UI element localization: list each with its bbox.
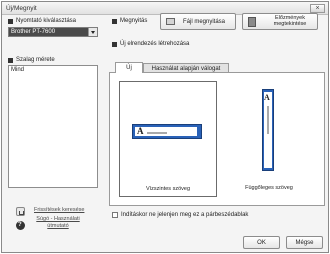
letter-a-icon: A [137, 126, 144, 136]
tape-bullet-icon [8, 58, 13, 63]
vertical-text-layout[interactable]: A Függőleges szöveg [220, 81, 318, 197]
tab-new[interactable]: Új [115, 62, 143, 73]
ok-button[interactable]: OK [243, 236, 280, 249]
open-bullet-icon [112, 19, 117, 24]
printer-select-value: Brother PT-7600 [11, 29, 56, 35]
close-icon: × [315, 5, 320, 12]
horizontal-tape-icon: A [132, 124, 202, 139]
question-mark-icon: ? [18, 222, 22, 228]
horizontal-text-layout[interactable]: A Vízszintes szöveg [119, 81, 217, 197]
layout-panel: A Vízszintes szöveg A Függőleges szöveg [109, 72, 325, 206]
update-icon [16, 207, 25, 216]
tape-label-area-vertical: A [264, 92, 272, 168]
printer-select[interactable]: Brother PT-7600 [8, 27, 98, 37]
tape-size-list[interactable]: Mind [8, 65, 98, 188]
text-line-icon [147, 132, 167, 134]
help-icon: ? [16, 221, 25, 230]
support-link[interactable]: Súgó - Használati útmutató [34, 216, 82, 229]
cancel-button[interactable]: Mégse [286, 236, 323, 249]
vertical-text-caption: Függőleges szöveg [245, 185, 293, 191]
view-history-button[interactable]: Előzmények megtekintése [242, 13, 318, 30]
vertical-tape-icon: A [262, 89, 274, 171]
tape-size-item[interactable]: Mind [11, 67, 24, 73]
printer-label: Nyomtató kiválasztása [16, 18, 77, 24]
printer-bullet-icon [8, 19, 13, 24]
startup-checkbox[interactable] [112, 212, 118, 218]
history-icon [248, 17, 256, 27]
ok-button-label: OK [257, 240, 266, 246]
folder-icon [166, 18, 175, 25]
horizontal-text-caption: Vízszintes szöveg [145, 186, 191, 192]
tape-size-label: Szalag mérete [16, 57, 55, 63]
find-updates-link[interactable]: Frissítések keresése [34, 207, 84, 214]
tape-label-area: A [135, 126, 197, 136]
new-layout-label: Új elrendezés létrehozása [120, 41, 190, 47]
chevron-down-icon[interactable] [88, 28, 97, 36]
open-file-button[interactable]: Fájl megnyitása [160, 13, 236, 30]
close-button[interactable]: × [310, 4, 325, 13]
vertical-text-line-icon [267, 106, 269, 134]
download-tray-icon [19, 211, 24, 215]
tab-new-label: Új [126, 65, 132, 71]
new-bullet-icon [112, 42, 117, 47]
new-open-dialog: Új/Megnyit × Nyomtató kiválasztása Broth… [1, 1, 329, 253]
cancel-button-label: Mégse [295, 240, 314, 246]
startup-checkbox-label: Indításkor ne jelenjen meg ez a párbeszé… [121, 212, 249, 218]
open-file-button-label: Fájl megnyitása [183, 19, 226, 25]
open-label: Megnyitás [120, 18, 148, 24]
window-title: Új/Megnyit [6, 5, 37, 12]
view-history-button-label: Előzmények megtekintése [273, 15, 307, 27]
letter-a-vertical-icon: A [264, 93, 270, 102]
